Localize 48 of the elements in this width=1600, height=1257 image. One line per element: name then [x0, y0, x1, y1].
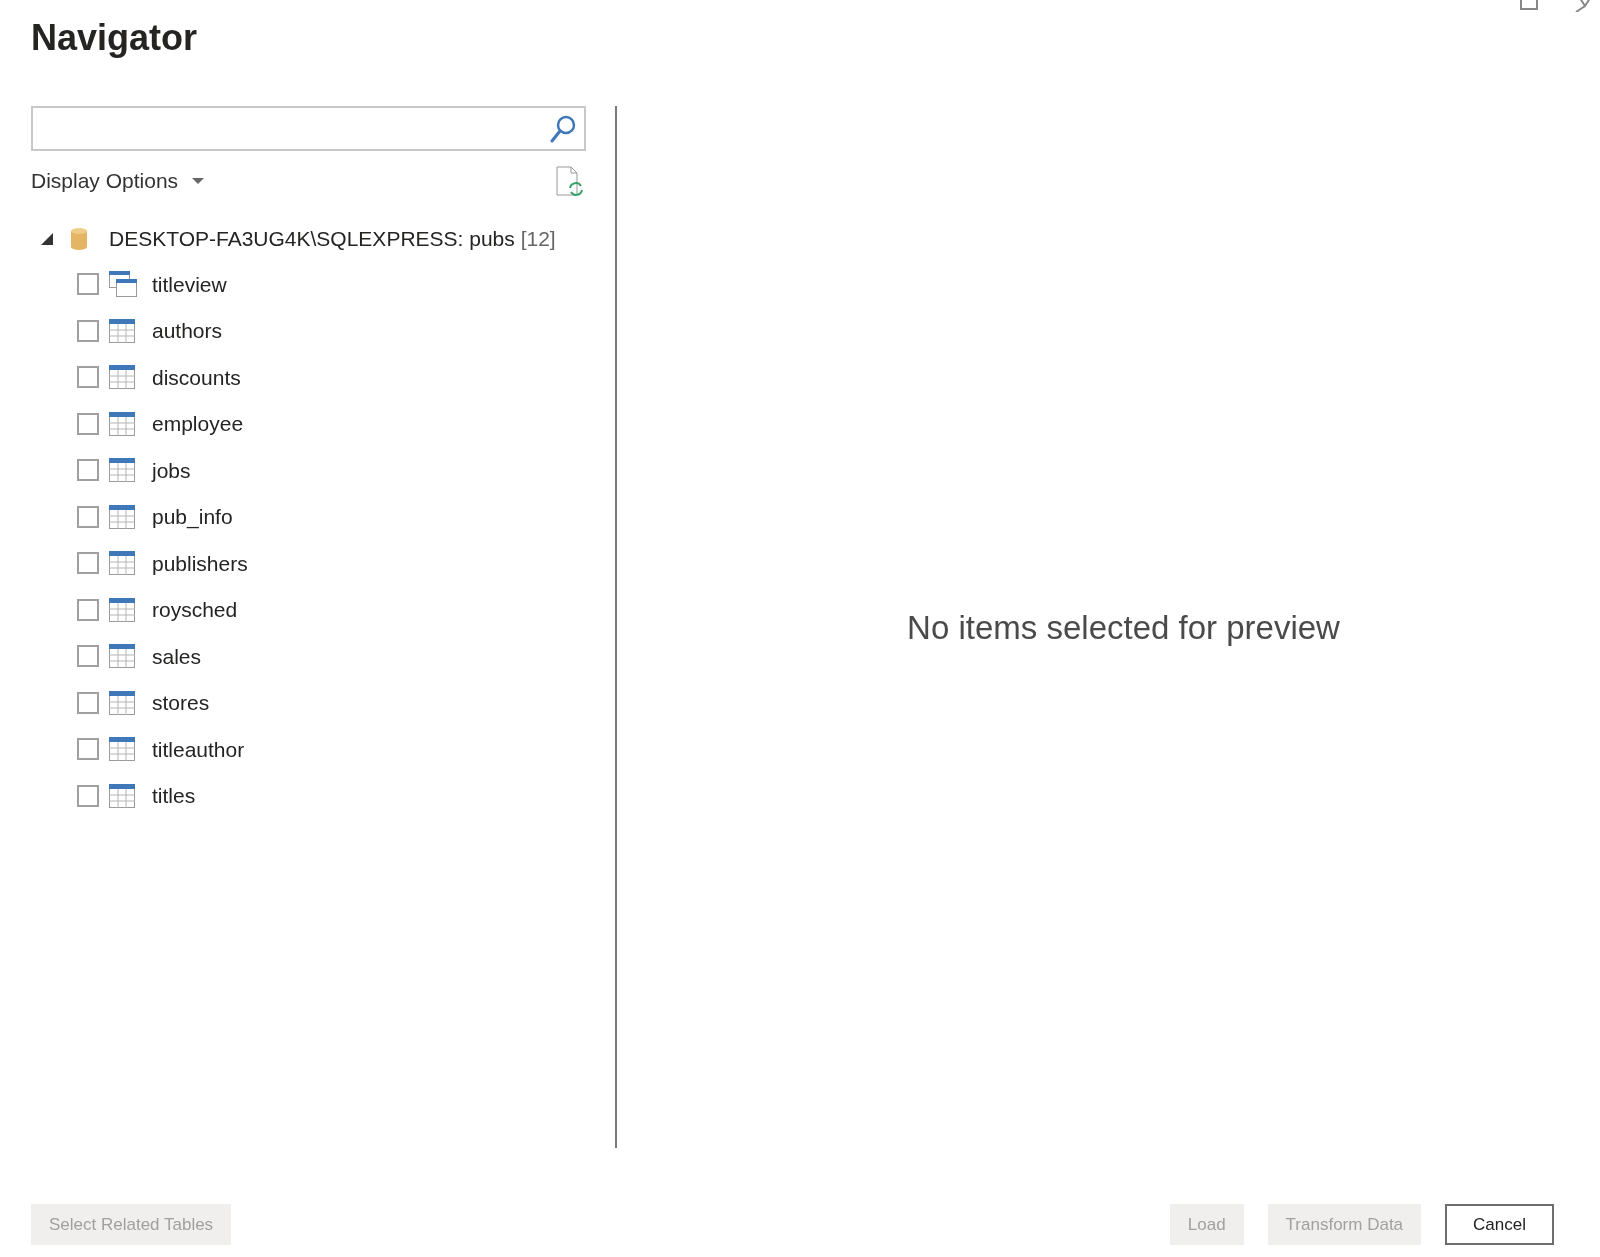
dialog-button[interactable]: Cancel: [1445, 1204, 1554, 1245]
table-icon: [109, 318, 135, 343]
table-icon: [109, 597, 135, 622]
tree-item-label[interactable]: pub_info: [152, 501, 233, 533]
table-icon: [109, 365, 135, 390]
table-icon: [109, 690, 135, 715]
table-icon: [109, 411, 135, 436]
maximize-icon[interactable]: [1520, 0, 1538, 10]
tree-item-label[interactable]: authors: [152, 315, 223, 347]
tree-item-label[interactable]: titleauthor: [152, 733, 245, 765]
checkbox[interactable]: [77, 691, 99, 714]
document-refresh-icon[interactable]: [556, 166, 584, 196]
tree-item-label[interactable]: titleview: [152, 268, 227, 300]
checkbox[interactable]: [77, 552, 99, 575]
tree-item-label[interactable]: jobs: [152, 454, 191, 486]
database-icon: [71, 228, 87, 250]
tree-item-label[interactable]: sales: [152, 640, 202, 672]
checkbox[interactable]: [77, 505, 99, 528]
checkbox[interactable]: [77, 412, 99, 435]
window-title: Navigator: [31, 16, 199, 60]
checkbox[interactable]: [77, 784, 99, 807]
search-icon: [550, 114, 576, 143]
tree-node-label[interactable]: DESKTOP-FA3UG4K\SQLEXPRESS: pubs [12]: [109, 223, 556, 255]
table-icon: [109, 551, 135, 576]
caret-icon: [192, 178, 205, 184]
expand-toggle[interactable]: [41, 233, 53, 245]
display-options-dropdown[interactable]: Display Options: [31, 165, 205, 197]
table-icon: [109, 458, 135, 483]
window-icon: [109, 271, 137, 298]
search-field[interactable]: [31, 106, 586, 151]
checkbox[interactable]: [77, 598, 99, 621]
table-icon: [109, 783, 135, 808]
tree-item-label[interactable]: titles: [152, 780, 196, 812]
checkbox[interactable]: [77, 459, 99, 482]
checkbox[interactable]: [77, 273, 99, 296]
checkbox[interactable]: [77, 645, 99, 668]
checkbox[interactable]: [77, 366, 99, 389]
tree-item-label[interactable]: publishers: [152, 547, 248, 579]
table-icon: [109, 644, 135, 669]
tree-item-label[interactable]: employee: [152, 408, 244, 440]
table-icon: [109, 504, 135, 529]
checkbox[interactable]: [77, 738, 99, 761]
tree-item-label[interactable]: roysched: [152, 594, 238, 626]
tree-item-label[interactable]: stores: [152, 687, 210, 719]
checkbox[interactable]: [77, 319, 99, 342]
tree-item-label[interactable]: discounts: [152, 361, 241, 393]
empty-preview-message: No items selected for preview: [907, 607, 1340, 648]
table-icon: [109, 737, 135, 762]
